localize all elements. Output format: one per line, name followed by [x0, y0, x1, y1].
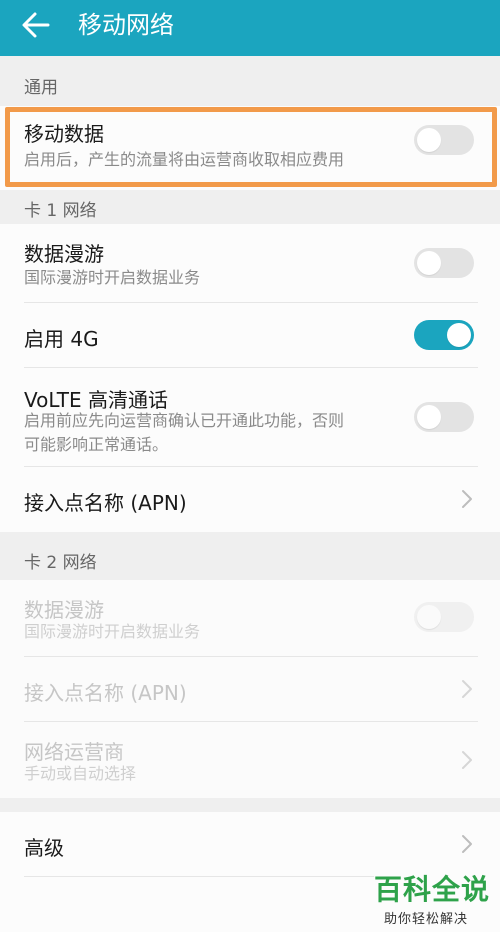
advanced-title: 高级	[24, 836, 64, 860]
toggle-knob	[417, 605, 441, 629]
section-header-general: 通用	[0, 56, 500, 106]
volte-subtitle-line2: 可能影响正常通话。	[24, 435, 169, 454]
page-title: 移动网络	[78, 11, 174, 39]
mobile-data-toggle[interactable]	[414, 125, 474, 155]
chevron-right-icon	[460, 678, 474, 700]
sim2-roaming-subtitle: 国际漫游时开启数据业务	[24, 622, 201, 641]
sim1-roaming-toggle[interactable]	[414, 248, 474, 278]
sim1-apn-row[interactable]: 接入点名称 (APN)	[0, 467, 500, 532]
enable-4g-title: 启用 4G	[24, 327, 99, 351]
sim2-roaming-toggle	[414, 602, 474, 632]
sim2-operator-row: 网络运营商 手动或自动选择	[0, 722, 500, 798]
mobile-data-row[interactable]: 移动数据 启用后，产生的流量将由运营商收取相应费用	[0, 106, 500, 190]
toggle-knob	[417, 251, 441, 275]
chevron-right-icon	[460, 749, 474, 771]
divider	[24, 876, 374, 877]
section-label-sim2: 卡 2 网络	[24, 553, 97, 573]
sim2-apn-row: 接入点名称 (APN)	[0, 657, 500, 721]
toggle-knob	[417, 405, 441, 429]
volte-toggle[interactable]	[414, 402, 474, 432]
app-bar: 移动网络	[0, 0, 500, 56]
mobile-data-title: 移动数据	[24, 122, 104, 146]
enable-4g-toggle[interactable]	[414, 320, 474, 350]
sim1-roaming-title: 数据漫游	[24, 242, 104, 266]
sim1-apn-title: 接入点名称 (APN)	[24, 491, 187, 515]
watermark-sub: 助你轻松解决	[384, 912, 469, 927]
section-label-general: 通用	[24, 78, 58, 98]
watermark: 百科全说 助你轻松解决	[374, 868, 494, 928]
sim2-operator-title: 网络运营商	[24, 740, 124, 764]
chevron-right-icon	[460, 488, 474, 510]
watermark-main: 百科全说	[374, 873, 491, 906]
section-gap	[0, 798, 500, 812]
sim2-apn-title: 接入点名称 (APN)	[24, 681, 187, 705]
section-label-sim1: 卡 1 网络	[24, 201, 97, 221]
section-header-sim1: 卡 1 网络	[0, 190, 500, 224]
toggle-knob	[417, 128, 441, 152]
sim2-roaming-row: 数据漫游 国际漫游时开启数据业务	[0, 580, 500, 656]
sim1-roaming-row[interactable]: 数据漫游 国际漫游时开启数据业务	[0, 224, 500, 302]
volte-row[interactable]: VoLTE 高清通话 启用前应先向运营商确认已开通此功能，否则 可能影响正常通话…	[0, 368, 500, 466]
enable-4g-row[interactable]: 启用 4G	[0, 303, 500, 367]
sim2-roaming-title: 数据漫游	[24, 598, 104, 622]
back-arrow-icon[interactable]	[18, 6, 62, 50]
sim1-roaming-subtitle: 国际漫游时开启数据业务	[24, 268, 201, 287]
chevron-right-icon	[460, 833, 474, 855]
toggle-knob	[447, 323, 471, 347]
advanced-row[interactable]: 高级	[0, 812, 500, 876]
sim2-operator-subtitle: 手动或自动选择	[24, 764, 137, 783]
section-header-sim2: 卡 2 网络	[0, 532, 500, 580]
volte-subtitle-line1: 启用前应先向运营商确认已开通此功能，否则	[24, 411, 345, 430]
mobile-data-subtitle: 启用后，产生的流量将由运营商收取相应费用	[24, 150, 345, 169]
